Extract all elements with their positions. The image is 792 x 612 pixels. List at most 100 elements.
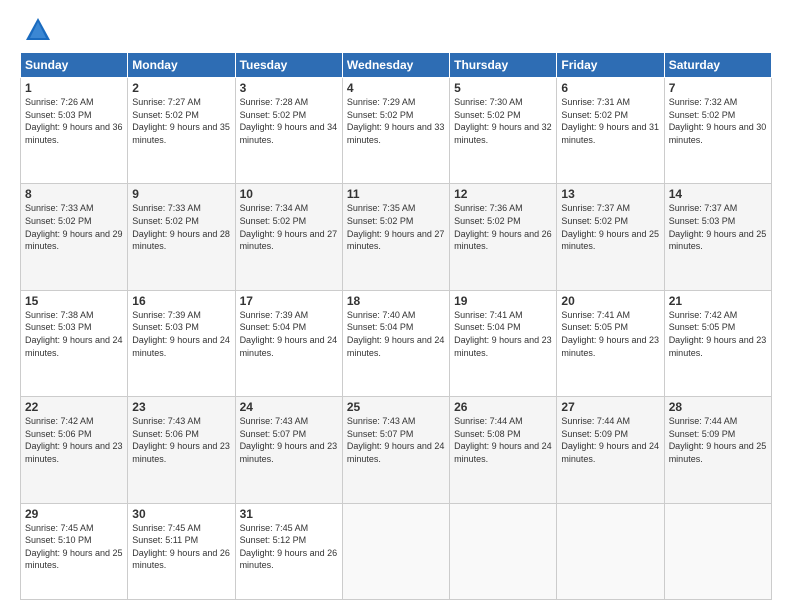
logo-area <box>20 16 52 44</box>
logo-icon <box>24 16 52 44</box>
day-number: 13 <box>561 187 659 201</box>
day-number: 30 <box>132 507 230 521</box>
day-info: Sunrise: 7:42 AMSunset: 5:06 PMDaylight:… <box>25 416 123 464</box>
day-info: Sunrise: 7:45 AMSunset: 5:10 PMDaylight:… <box>25 523 123 571</box>
calendar-cell: 27 Sunrise: 7:44 AMSunset: 5:09 PMDayligh… <box>557 397 664 503</box>
day-number: 27 <box>561 400 659 414</box>
day-info: Sunrise: 7:45 AMSunset: 5:11 PMDaylight:… <box>132 523 230 571</box>
day-info: Sunrise: 7:33 AMSunset: 5:02 PMDaylight:… <box>132 203 230 251</box>
calendar-cell <box>664 503 771 599</box>
day-info: Sunrise: 7:44 AMSunset: 5:08 PMDaylight:… <box>454 416 552 464</box>
day-number: 14 <box>669 187 767 201</box>
calendar-cell: 1 Sunrise: 7:26 AMSunset: 5:03 PMDaylight… <box>21 78 128 184</box>
calendar-cell: 26 Sunrise: 7:44 AMSunset: 5:08 PMDayligh… <box>450 397 557 503</box>
calendar-cell: 14 Sunrise: 7:37 AMSunset: 5:03 PMDayligh… <box>664 184 771 290</box>
day-info: Sunrise: 7:37 AMSunset: 5:03 PMDaylight:… <box>669 203 767 251</box>
header <box>20 16 772 44</box>
day-info: Sunrise: 7:34 AMSunset: 5:02 PMDaylight:… <box>240 203 338 251</box>
day-number: 11 <box>347 187 445 201</box>
day-number: 6 <box>561 81 659 95</box>
day-info: Sunrise: 7:39 AMSunset: 5:03 PMDaylight:… <box>132 310 230 358</box>
calendar-cell: 11 Sunrise: 7:35 AMSunset: 5:02 PMDayligh… <box>342 184 449 290</box>
day-info: Sunrise: 7:33 AMSunset: 5:02 PMDaylight:… <box>25 203 123 251</box>
day-info: Sunrise: 7:41 AMSunset: 5:04 PMDaylight:… <box>454 310 552 358</box>
day-info: Sunrise: 7:44 AMSunset: 5:09 PMDaylight:… <box>561 416 659 464</box>
day-info: Sunrise: 7:45 AMSunset: 5:12 PMDaylight:… <box>240 523 338 571</box>
day-number: 17 <box>240 294 338 308</box>
day-number: 7 <box>669 81 767 95</box>
day-number: 28 <box>669 400 767 414</box>
calendar-cell: 31 Sunrise: 7:45 AMSunset: 5:12 PMDayligh… <box>235 503 342 599</box>
day-info: Sunrise: 7:43 AMSunset: 5:06 PMDaylight:… <box>132 416 230 464</box>
day-info: Sunrise: 7:43 AMSunset: 5:07 PMDaylight:… <box>240 416 338 464</box>
calendar-cell: 15Sunrise: 7:38 AMSunset: 5:03 PMDayligh… <box>21 290 128 396</box>
day-info: Sunrise: 7:27 AMSunset: 5:02 PMDaylight:… <box>132 97 230 145</box>
day-number: 25 <box>347 400 445 414</box>
day-info: Sunrise: 7:35 AMSunset: 5:02 PMDaylight:… <box>347 203 445 251</box>
day-number: 9 <box>132 187 230 201</box>
day-info: Sunrise: 7:31 AMSunset: 5:02 PMDaylight:… <box>561 97 659 145</box>
calendar-cell: 28 Sunrise: 7:44 AMSunset: 5:09 PMDayligh… <box>664 397 771 503</box>
day-info: Sunrise: 7:32 AMSunset: 5:02 PMDaylight:… <box>669 97 767 145</box>
calendar-cell: 6 Sunrise: 7:31 AMSunset: 5:02 PMDaylight… <box>557 78 664 184</box>
day-number: 1 <box>25 81 123 95</box>
calendar-cell: 30 Sunrise: 7:45 AMSunset: 5:11 PMDayligh… <box>128 503 235 599</box>
day-number: 29 <box>25 507 123 521</box>
day-info: Sunrise: 7:28 AMSunset: 5:02 PMDaylight:… <box>240 97 338 145</box>
calendar-header-sunday: Sunday <box>21 53 128 78</box>
day-number: 22 <box>25 400 123 414</box>
calendar-cell: 16 Sunrise: 7:39 AMSunset: 5:03 PMDayligh… <box>128 290 235 396</box>
calendar-cell <box>450 503 557 599</box>
calendar-cell: 5Sunrise: 7:30 AMSunset: 5:02 PMDaylight… <box>450 78 557 184</box>
day-number: 8 <box>25 187 123 201</box>
day-info: Sunrise: 7:26 AMSunset: 5:03 PMDaylight:… <box>25 97 123 145</box>
day-number: 24 <box>240 400 338 414</box>
day-number: 12 <box>454 187 552 201</box>
calendar: SundayMondayTuesdayWednesdayThursdayFrid… <box>20 52 772 600</box>
day-number: 16 <box>132 294 230 308</box>
day-number: 10 <box>240 187 338 201</box>
calendar-cell <box>557 503 664 599</box>
day-info: Sunrise: 7:42 AMSunset: 5:05 PMDaylight:… <box>669 310 767 358</box>
calendar-cell: 9 Sunrise: 7:33 AMSunset: 5:02 PMDaylight… <box>128 184 235 290</box>
calendar-cell: 20 Sunrise: 7:41 AMSunset: 5:05 PMDayligh… <box>557 290 664 396</box>
day-info: Sunrise: 7:36 AMSunset: 5:02 PMDaylight:… <box>454 203 552 251</box>
calendar-header-wednesday: Wednesday <box>342 53 449 78</box>
calendar-cell: 19 Sunrise: 7:41 AMSunset: 5:04 PMDayligh… <box>450 290 557 396</box>
day-number: 2 <box>132 81 230 95</box>
day-number: 15 <box>25 294 123 308</box>
calendar-cell: 10 Sunrise: 7:34 AMSunset: 5:02 PMDayligh… <box>235 184 342 290</box>
calendar-cell: 25Sunrise: 7:43 AMSunset: 5:07 PMDayligh… <box>342 397 449 503</box>
calendar-header-saturday: Saturday <box>664 53 771 78</box>
day-number: 19 <box>454 294 552 308</box>
day-number: 20 <box>561 294 659 308</box>
calendar-header-friday: Friday <box>557 53 664 78</box>
calendar-cell: 29 Sunrise: 7:45 AMSunset: 5:10 PMDayligh… <box>21 503 128 599</box>
day-info: Sunrise: 7:37 AMSunset: 5:02 PMDaylight:… <box>561 203 659 251</box>
calendar-cell: 23 Sunrise: 7:43 AMSunset: 5:06 PMDayligh… <box>128 397 235 503</box>
day-number: 23 <box>132 400 230 414</box>
calendar-cell: 4 Sunrise: 7:29 AMSunset: 5:02 PMDaylight… <box>342 78 449 184</box>
day-number: 26 <box>454 400 552 414</box>
day-number: 31 <box>240 507 338 521</box>
calendar-cell: 3 Sunrise: 7:28 AMSunset: 5:02 PMDaylight… <box>235 78 342 184</box>
day-number: 21 <box>669 294 767 308</box>
day-number: 4 <box>347 81 445 95</box>
calendar-cell: 13 Sunrise: 7:37 AMSunset: 5:02 PMDayligh… <box>557 184 664 290</box>
day-number: 5 <box>454 81 552 95</box>
calendar-cell: 8 Sunrise: 7:33 AMSunset: 5:02 PMDaylight… <box>21 184 128 290</box>
day-info: Sunrise: 7:29 AMSunset: 5:02 PMDaylight:… <box>347 97 445 145</box>
calendar-header-thursday: Thursday <box>450 53 557 78</box>
day-info: Sunrise: 7:41 AMSunset: 5:05 PMDaylight:… <box>561 310 659 358</box>
page: SundayMondayTuesdayWednesdayThursdayFrid… <box>0 0 792 612</box>
day-number: 3 <box>240 81 338 95</box>
calendar-header-monday: Monday <box>128 53 235 78</box>
calendar-cell: 12 Sunrise: 7:36 AMSunset: 5:02 PMDayligh… <box>450 184 557 290</box>
calendar-cell <box>342 503 449 599</box>
day-info: Sunrise: 7:40 AMSunset: 5:04 PMDaylight:… <box>347 310 445 358</box>
calendar-cell: 7 Sunrise: 7:32 AMSunset: 5:02 PMDaylight… <box>664 78 771 184</box>
calendar-cell: 17Sunrise: 7:39 AMSunset: 5:04 PMDayligh… <box>235 290 342 396</box>
calendar-cell: 21 Sunrise: 7:42 AMSunset: 5:05 PMDayligh… <box>664 290 771 396</box>
day-info: Sunrise: 7:44 AMSunset: 5:09 PMDaylight:… <box>669 416 767 464</box>
calendar-cell: 18Sunrise: 7:40 AMSunset: 5:04 PMDayligh… <box>342 290 449 396</box>
